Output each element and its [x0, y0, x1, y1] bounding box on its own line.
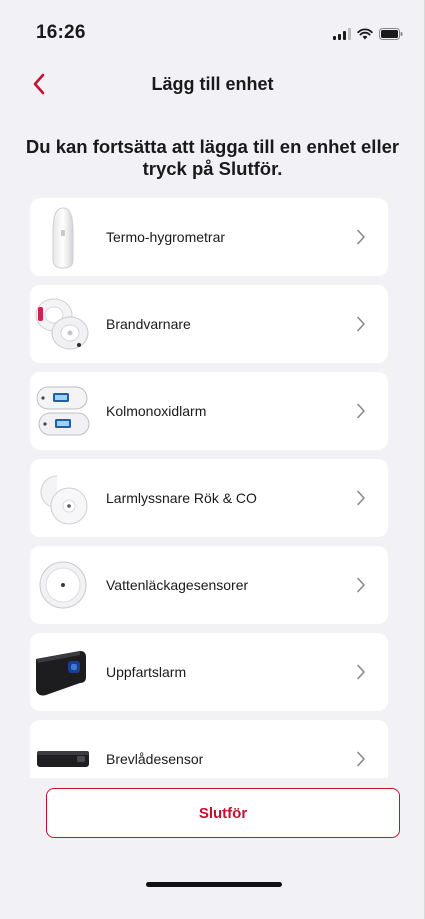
- chevron-right-icon: [348, 224, 374, 250]
- list-item-vattenlackagesensorer[interactable]: Vattenläckagesensorer: [30, 546, 388, 624]
- list-item-kolmonoxidlarm[interactable]: Kolmonoxidlarm: [30, 372, 388, 450]
- alarm-listener-icon: [30, 459, 96, 537]
- page-title: Lägg till enhet: [151, 74, 274, 94]
- list-item-uppfartslarm[interactable]: Uppfartslarm: [30, 633, 388, 711]
- home-indicator[interactable]: [146, 882, 282, 887]
- list-item-label: Termo-hygrometrar: [106, 229, 226, 245]
- co-alarm-icon: [30, 372, 96, 450]
- mailbox-sensor-icon: [30, 720, 96, 778]
- chevron-right-icon: [348, 659, 374, 685]
- list-item-brevladesensor[interactable]: Brevlådesensor: [30, 720, 388, 778]
- chevron-right-icon: [348, 746, 374, 772]
- device-list: Termo-hygrometrar Brandvarnare Kolmonoxi…: [30, 198, 388, 778]
- status-time: 16:26: [36, 22, 86, 43]
- intro-text: Du kan fortsätta att lägga till en enhet…: [25, 136, 400, 179]
- smoke-alarm-icon: [30, 285, 96, 363]
- list-item-label: Uppfartslarm: [106, 664, 187, 680]
- wifi-icon: [357, 28, 373, 40]
- chevron-right-icon: [348, 572, 374, 598]
- battery-icon: [379, 28, 403, 40]
- chevron-right-icon: [348, 485, 374, 511]
- list-item-termo-hygrometrar[interactable]: Termo-hygrometrar: [30, 198, 388, 276]
- chevron-right-icon: [348, 311, 374, 337]
- thermo-hygrometer-icon: [30, 198, 96, 276]
- list-item-brandvarnare[interactable]: Brandvarnare: [30, 285, 388, 363]
- chevron-right-icon: [348, 398, 374, 424]
- status-bar: 16:26: [0, 0, 425, 60]
- list-item-label: Brevlådesensor: [106, 751, 204, 767]
- list-item-label: Larmlyssnare Rök & CO: [106, 490, 257, 506]
- list-item-larmlyssnare[interactable]: Larmlyssnare Rök & CO: [30, 459, 388, 537]
- list-item-label: Kolmonoxidlarm: [106, 403, 207, 419]
- status-icons: [333, 26, 403, 42]
- water-leak-sensor-icon: [30, 546, 96, 624]
- finish-button[interactable]: Slutför: [46, 788, 400, 838]
- driveway-alarm-icon: [30, 633, 96, 711]
- list-item-label: Vattenläckagesensorer: [106, 577, 249, 593]
- list-item-label: Brandvarnare: [106, 316, 191, 332]
- app-screen: 16:26 Lägg till enhet Du kan fortsätta a…: [0, 0, 425, 919]
- nav-bar: Lägg till enhet: [0, 62, 425, 106]
- cellular-signal-icon: [333, 28, 351, 40]
